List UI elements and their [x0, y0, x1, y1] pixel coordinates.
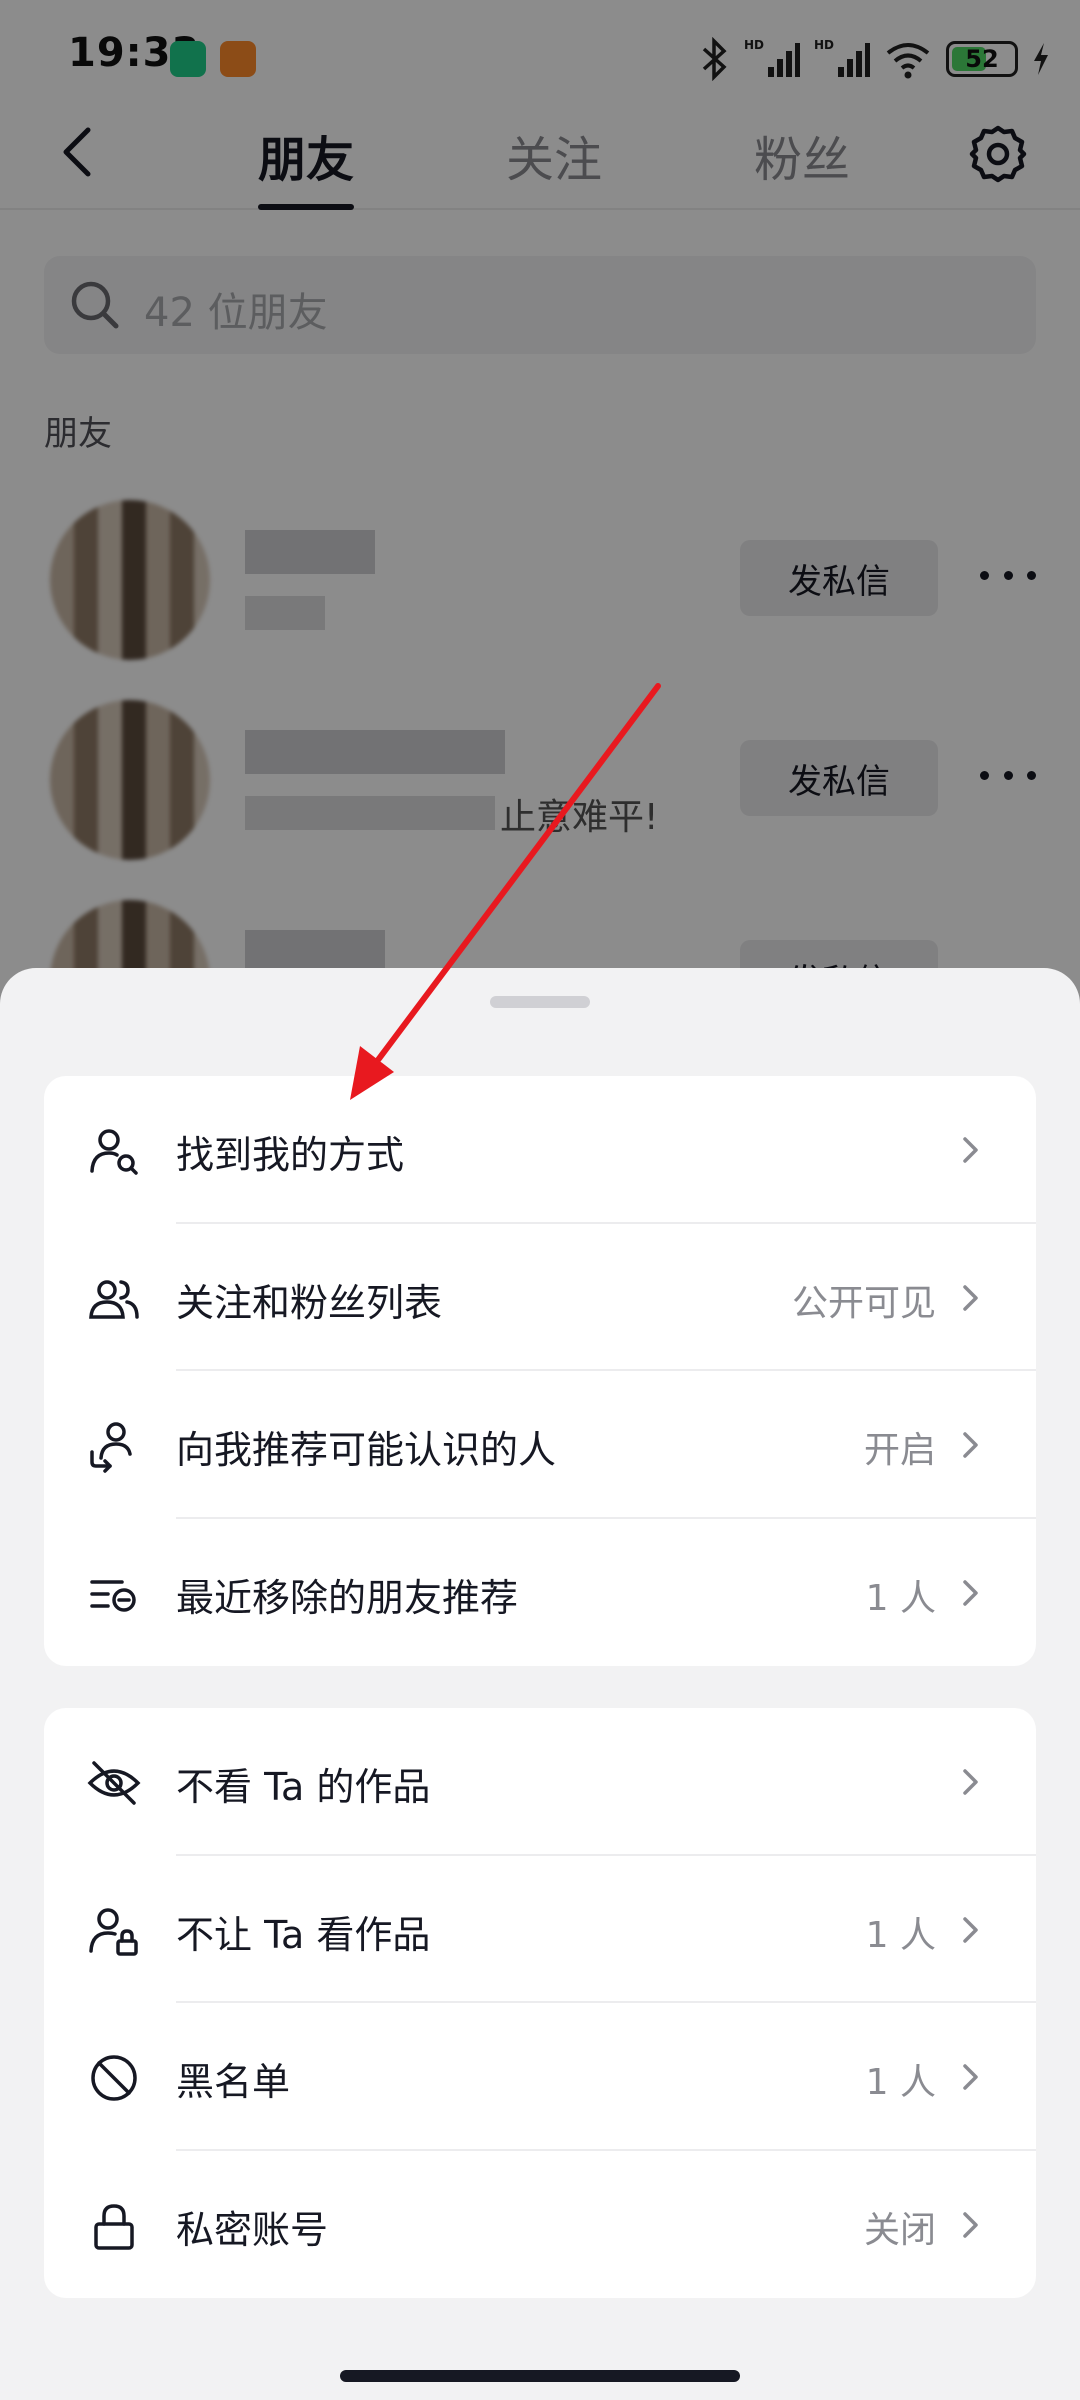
user-lock-icon — [89, 1907, 138, 1956]
home-indicator[interactable] — [340, 2370, 740, 2382]
menu-label: 私密账号 — [176, 2207, 329, 2252]
menu-value: 关闭 — [863, 2209, 936, 2251]
menu-label: 不让 Ta 看作品 — [176, 1912, 431, 1957]
menu-label: 找到我的方式 — [176, 1133, 405, 1177]
menu-label: 最近移除的朋友推荐 — [176, 1575, 519, 1620]
removed-list-icon — [90, 1579, 136, 1612]
menu-value: 1 人 — [865, 2062, 936, 2103]
menu-label: 不看 Ta 的作品 — [176, 1765, 431, 1809]
menu-item-follow-lists[interactable]: 关注和粉丝列表 公开可见 — [44, 1224, 1036, 1371]
menu-item-hide-their-posts[interactable]: 不看 Ta 的作品 — [44, 1708, 1036, 1856]
menu-value: 开启 — [863, 1430, 936, 1471]
menu-label: 关注和粉丝列表 — [176, 1280, 443, 1325]
recommend-icon — [90, 1422, 132, 1473]
menu-item-hide-my-posts[interactable]: 不让 Ta 看作品 1 人 — [44, 1856, 1036, 2003]
sheet-drag-handle[interactable] — [490, 996, 590, 1008]
menu-item-removed-recommendations[interactable]: 最近移除的朋友推荐 1 人 — [44, 1519, 1036, 1667]
privacy-group-discovery: 找到我的方式 关注和粉丝列表 公开可见 向我推荐可能认识的人 开启 最近移除的朋… — [44, 1076, 1036, 1666]
chevron-right-icon — [963, 1579, 978, 1606]
menu-label: 黑名单 — [176, 2060, 291, 2104]
menu-value: 1 人 — [865, 1577, 936, 1619]
chevron-right-icon — [963, 2064, 978, 2090]
chevron-right-icon — [963, 1284, 978, 1311]
menu-value: 1 人 — [865, 1914, 936, 1956]
privacy-group-content: 不看 Ta 的作品 不让 Ta 看作品 1 人 黑名单 1 人 私密账号 关闭 — [44, 1708, 1036, 2298]
users-icon — [89, 1279, 139, 1319]
privacy-bottom-sheet: 找到我的方式 关注和粉丝列表 公开可见 向我推荐可能认识的人 开启 最近移除的朋… — [0, 968, 1080, 2400]
chevron-right-icon — [963, 1916, 978, 1943]
chevron-right-icon — [963, 2211, 978, 2238]
menu-item-recommend-people[interactable]: 向我推荐可能认识的人 开启 — [44, 1371, 1036, 1519]
menu-label: 向我推荐可能认识的人 — [176, 1428, 557, 1472]
chevron-right-icon — [963, 1137, 978, 1163]
chevron-right-icon — [963, 1769, 978, 1795]
chevron-right-icon — [963, 1432, 978, 1458]
block-icon — [91, 2055, 137, 2101]
menu-item-find-me[interactable]: 找到我的方式 — [44, 1076, 1036, 1224]
find-me-icon — [90, 1129, 138, 1175]
menu-item-blacklist[interactable]: 黑名单 1 人 — [44, 2003, 1036, 2151]
eye-off-icon — [87, 1761, 141, 1805]
lock-icon — [94, 2203, 134, 2250]
menu-item-private-account[interactable]: 私密账号 关闭 — [44, 2151, 1036, 2299]
menu-value: 公开可见 — [791, 1282, 936, 1324]
